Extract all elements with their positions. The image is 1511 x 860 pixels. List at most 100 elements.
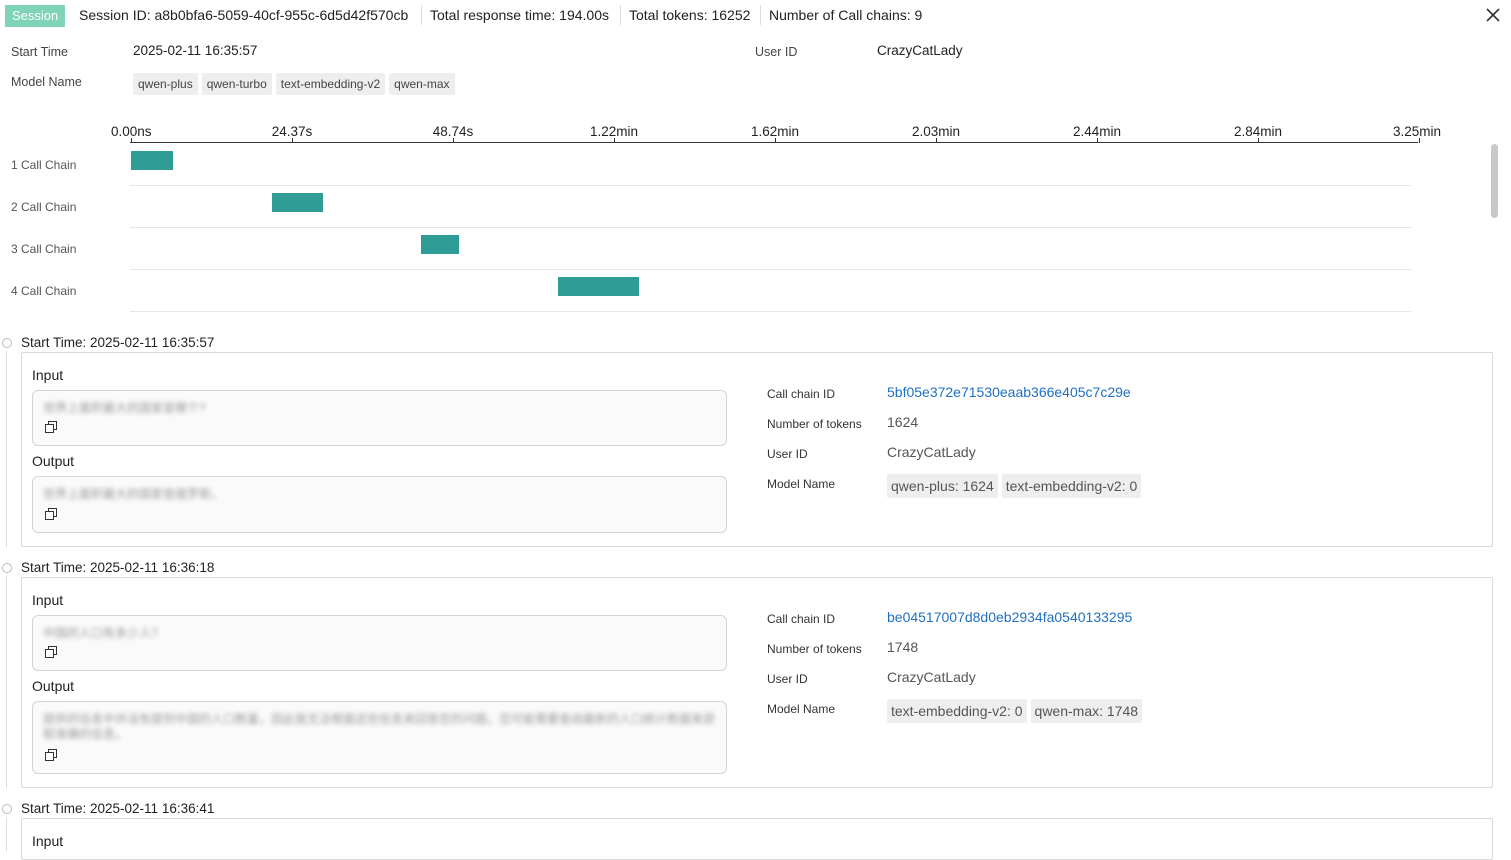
timeline-axis: [130, 142, 1418, 143]
output-label: Output: [32, 678, 75, 694]
call-chain-timeline: 0.00ns 24.37s 48.74s 1.22min 1.62min 2.03min 2…: [0, 110, 1511, 320]
output-box[interactable]: 世界上面积最大的国家是俄罗斯。: [32, 476, 727, 533]
copy-icon[interactable]: [45, 420, 57, 433]
timeline-tick-label: 2.44min: [1072, 124, 1122, 139]
model-usage-tag: qwen-max: 1748: [1030, 699, 1143, 723]
copy-icon[interactable]: [45, 507, 57, 520]
timeline-row: 1 Call Chain: [0, 144, 1411, 186]
output-text: 世界上面积最大的国家是俄罗斯。: [43, 487, 224, 501]
session-header: Session Session ID: a8b0bfa6-5059-40cf-9…: [0, 0, 1511, 32]
call-chain-entry: Start Time: 2025-02-11 16:35:57 Input 世界…: [0, 335, 1511, 547]
input-text: 世界上面积最大的国家是哪个?: [43, 401, 206, 415]
timeline-tick: [1258, 138, 1259, 143]
model-tag: qwen-turbo: [201, 73, 272, 95]
input-box[interactable]: 世界上面积最大的国家是哪个?: [32, 390, 727, 446]
session-badge: Session: [5, 5, 66, 27]
timeline-tick-label: 1.62min: [750, 124, 800, 139]
timeline-connector: [6, 576, 7, 788]
user-id-label: User ID: [755, 45, 798, 59]
timeline-tick: [1097, 138, 1098, 143]
tokens-label: Number of tokens: [767, 417, 862, 431]
model-usage-tag: text-embedding-v2: 0: [887, 699, 1027, 723]
timeline-tick: [292, 138, 293, 143]
total-tokens: Total tokens: 16252: [629, 7, 751, 23]
timeline-tick: [775, 138, 776, 143]
entry-start-time: Start Time: 2025-02-11 16:35:57: [21, 335, 215, 350]
call-chain-bar[interactable]: [420, 235, 459, 254]
input-text: 中国的人口有多少人?: [43, 626, 158, 640]
timeline-connector: [6, 351, 7, 547]
entry-start-time: Start Time: 2025-02-11 16:36:41: [21, 801, 215, 816]
start-time-label: Start Time: [11, 45, 68, 59]
timeline-tick: [614, 138, 615, 143]
model-name-label: Model Name: [11, 75, 82, 89]
timeline-row-divider: [130, 311, 1411, 312]
call-chain-entry: Start Time: 2025-02-11 16:36:18 Input 中国…: [0, 560, 1511, 790]
timeline-row: 4 Call Chain: [0, 270, 1411, 312]
timeline-tick: [1419, 138, 1420, 143]
call-chain-bar[interactable]: [557, 277, 639, 296]
copy-icon[interactable]: [45, 748, 57, 761]
timeline-dot: [2, 338, 12, 348]
user-id-label: User ID: [767, 672, 808, 686]
model-usage-tag: text-embedding-v2: 0: [1001, 474, 1142, 498]
chain-id-label: Call chain ID: [767, 387, 836, 401]
call-chain-bar[interactable]: [271, 193, 323, 212]
input-label: Input: [32, 367, 64, 383]
output-label: Output: [32, 453, 75, 469]
input-label: Input: [32, 833, 64, 849]
user-id-label: User ID: [767, 447, 808, 461]
model-tag: qwen-plus: [133, 73, 198, 95]
header-divider: [421, 5, 422, 25]
chain-id-link[interactable]: be04517007d8d0eb2934fa0540133295: [887, 609, 1132, 625]
call-chain-bar[interactable]: [131, 151, 173, 170]
timeline-tick-label: 24.37s: [271, 124, 313, 139]
call-chain-entry: Start Time: 2025-02-11 16:36:41 Input: [0, 801, 1511, 860]
chain-id-label: Call chain ID: [767, 612, 836, 626]
model-tag: qwen-max: [389, 73, 455, 95]
timeline-tick-label: 0.00ns: [111, 124, 152, 139]
model-usage-tag: qwen-plus: 1624: [887, 474, 998, 498]
user-id-value: CrazyCatLady: [877, 43, 963, 58]
model-usage-tags: text-embedding-v2: 0 qwen-max: 1748: [887, 699, 1146, 723]
user-id-value: CrazyCatLady: [887, 669, 976, 685]
model-usage-tags: qwen-plus: 1624 text-embedding-v2: 0: [887, 474, 1145, 498]
timeline-row: 3 Call Chain: [0, 228, 1411, 270]
total-response-time: Total response time: 194.00s: [430, 7, 609, 23]
call-chain-card: Input: [21, 818, 1493, 860]
timeline-row: 2 Call Chain: [0, 186, 1411, 228]
timeline-tick-label: 2.84min: [1233, 124, 1283, 139]
timeline-tick-label: 3.25min: [1393, 124, 1442, 139]
entry-start-time: Start Time: 2025-02-11 16:36:18: [21, 560, 215, 575]
timeline-tick-label: 1.22min: [589, 124, 639, 139]
user-id-value: CrazyCatLady: [887, 444, 976, 460]
timeline-connector: [6, 817, 7, 851]
timeline-tick: [453, 138, 454, 143]
timeline-tick-label: 2.03min: [911, 124, 961, 139]
tokens-label: Number of tokens: [767, 642, 862, 656]
output-box[interactable]: 提供的信息中并没有提到中国的人口数量，因此我无法根据这些信息来回答您的问题。您可…: [32, 701, 727, 774]
timeline-dot: [2, 563, 12, 573]
input-label: Input: [32, 592, 64, 608]
timeline-row-label: 4 Call Chain: [11, 284, 77, 298]
close-icon[interactable]: [1483, 5, 1503, 25]
timeline-tick: [936, 138, 937, 143]
timeline-rows: 1 Call Chain 2 Call Chain 3 Call Chain 4 Ca…: [0, 144, 1511, 316]
call-chain-card: Input 中国的人口有多少人? Output 提供的信息中并没有提到中国的人口…: [21, 577, 1493, 788]
timeline-row-label: 2 Call Chain: [11, 200, 77, 214]
copy-icon[interactable]: [45, 645, 57, 658]
call-chain-card: Input 世界上面积最大的国家是哪个? Output 世界上面积最大的国家是俄…: [21, 352, 1493, 547]
header-divider: [620, 5, 621, 25]
call-chain-count: Number of Call chains: 9: [769, 7, 923, 23]
model-tags: qwen-plus qwen-turbo text-embedding-v2 qwen…: [133, 73, 459, 97]
input-box[interactable]: 中国的人口有多少人?: [32, 615, 727, 671]
tokens-value: 1748: [887, 639, 919, 655]
header-divider: [760, 5, 761, 25]
model-name-label: Model Name: [767, 477, 836, 491]
model-name-label: Model Name: [767, 702, 836, 716]
chain-id-link[interactable]: 5bf05e372e71530eaab366e405c7c29e: [887, 384, 1131, 400]
output-text: 提供的信息中并没有提到中国的人口数量，因此我无法根据这些信息来回答您的问题。您可…: [43, 712, 716, 741]
session-id: Session ID: a8b0bfa6-5059-40cf-955c-6d5d…: [79, 7, 409, 23]
model-tag: text-embedding-v2: [275, 73, 386, 95]
timeline-scrollbar[interactable]: [1491, 144, 1498, 218]
